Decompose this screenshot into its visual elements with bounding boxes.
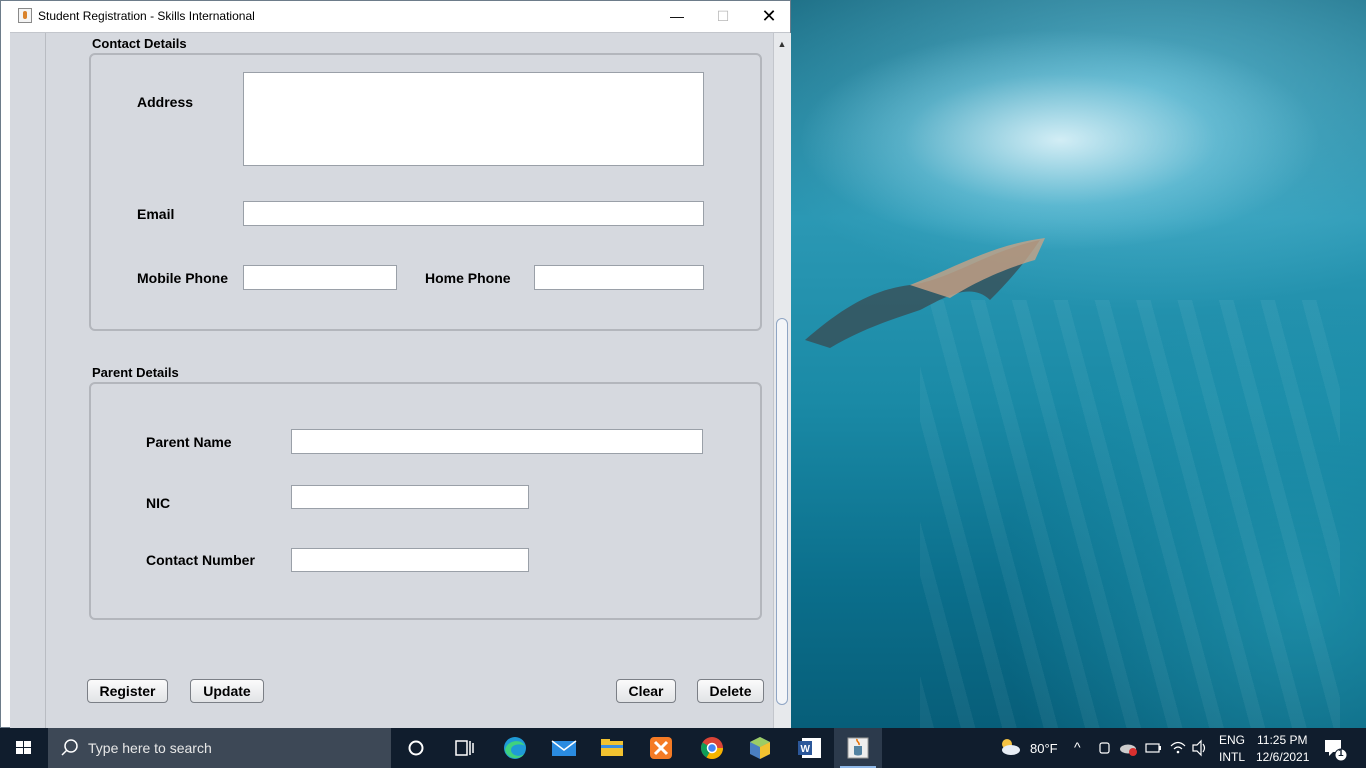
cortana-icon xyxy=(408,740,424,756)
meet-now-icon[interactable] xyxy=(1097,728,1113,768)
home-phone-label: Home Phone xyxy=(425,270,511,286)
chevron-up-icon[interactable]: ^ xyxy=(1074,739,1081,755)
xampp-button[interactable] xyxy=(637,728,685,768)
email-field[interactable] xyxy=(243,201,704,226)
register-button[interactable]: Register xyxy=(87,679,168,703)
edge-button[interactable] xyxy=(491,728,539,768)
volume-icon[interactable] xyxy=(1190,728,1210,768)
clear-button[interactable]: Clear xyxy=(616,679,676,703)
nic-field[interactable] xyxy=(291,485,529,509)
keyboard-layout-indicator[interactable]: INTL xyxy=(1219,750,1245,764)
xampp-icon xyxy=(650,737,672,759)
file-explorer-button[interactable] xyxy=(588,728,636,768)
left-panel xyxy=(10,33,46,730)
email-label: Email xyxy=(137,206,175,222)
close-button[interactable]: ✕ xyxy=(746,1,792,32)
parent-details-title: Parent Details xyxy=(92,365,179,380)
taskbar-search-box[interactable]: Type here to search xyxy=(48,728,391,768)
wifi-icon[interactable] xyxy=(1168,728,1188,768)
notification-count: 1 xyxy=(1338,748,1344,759)
parent-name-label: Parent Name xyxy=(146,434,232,450)
window-content: Contact Details Address Email Mobile Pho… xyxy=(10,32,791,730)
diver-image xyxy=(805,238,1045,348)
address-field[interactable] xyxy=(243,72,704,166)
task-view-button[interactable] xyxy=(440,728,488,768)
java-app-button[interactable] xyxy=(834,728,882,768)
svg-text:W: W xyxy=(801,744,811,755)
windows-start-icon xyxy=(16,741,31,754)
contact-details-title: Contact Details xyxy=(92,36,187,51)
language-indicator[interactable]: ENG xyxy=(1219,733,1245,747)
contact-number-field[interactable] xyxy=(291,548,529,572)
task-view-icon xyxy=(455,740,474,756)
file-explorer-icon xyxy=(601,739,623,756)
mail-button[interactable] xyxy=(540,728,588,768)
window-title: Student Registration - Skills Internatio… xyxy=(38,9,255,23)
notification-center-icon[interactable] xyxy=(1322,728,1350,768)
parent-name-field[interactable] xyxy=(291,429,703,454)
virtualbox-button[interactable] xyxy=(736,728,784,768)
delete-button[interactable]: Delete xyxy=(697,679,764,703)
onedrive-error-icon[interactable] xyxy=(1119,728,1139,768)
address-label: Address xyxy=(137,94,194,110)
java-icon xyxy=(847,737,869,759)
chrome-button[interactable] xyxy=(688,728,736,768)
cortana-button[interactable] xyxy=(392,728,440,768)
light-rays xyxy=(920,300,1340,728)
clock-time[interactable]: 11:25 PM xyxy=(1257,733,1307,747)
search-placeholder: Type here to search xyxy=(88,740,212,756)
chrome-icon xyxy=(701,737,723,759)
home-phone-field[interactable] xyxy=(534,265,704,290)
minimize-button[interactable]: — xyxy=(654,1,700,32)
title-bar[interactable]: Student Registration - Skills Internatio… xyxy=(1,1,790,32)
app-window: Student Registration - Skills Internatio… xyxy=(0,0,791,730)
clock-date[interactable]: 12/6/2021 xyxy=(1256,750,1309,764)
virtualbox-icon xyxy=(750,737,770,759)
mail-icon xyxy=(551,740,577,756)
weather-icon[interactable] xyxy=(996,728,1022,768)
nic-label: NIC xyxy=(146,495,171,511)
mobile-phone-field[interactable] xyxy=(243,265,397,290)
battery-icon[interactable] xyxy=(1143,728,1163,768)
taskbar: Type here to search W 80°F ^ ENG INTL 11… xyxy=(0,728,1366,768)
edge-icon xyxy=(504,737,526,759)
vertical-scrollbar[interactable]: ▲ xyxy=(773,33,791,730)
java-app-icon xyxy=(18,8,32,23)
windows-start-button[interactable] xyxy=(0,728,48,768)
scroll-up-arrow-icon[interactable]: ▲ xyxy=(776,37,788,51)
contact-number-label: Contact Number xyxy=(146,552,255,568)
update-button[interactable]: Update xyxy=(190,679,264,703)
word-button[interactable]: W xyxy=(786,728,834,768)
scrollbar-thumb[interactable] xyxy=(776,318,788,705)
word-icon: W xyxy=(798,738,821,758)
registration-form: Contact Details Address Email Mobile Pho… xyxy=(46,33,772,730)
maximize-button[interactable]: ☐ xyxy=(700,1,746,32)
weather-temperature[interactable]: 80°F xyxy=(1030,741,1058,756)
mobile-phone-label: Mobile Phone xyxy=(137,270,228,286)
